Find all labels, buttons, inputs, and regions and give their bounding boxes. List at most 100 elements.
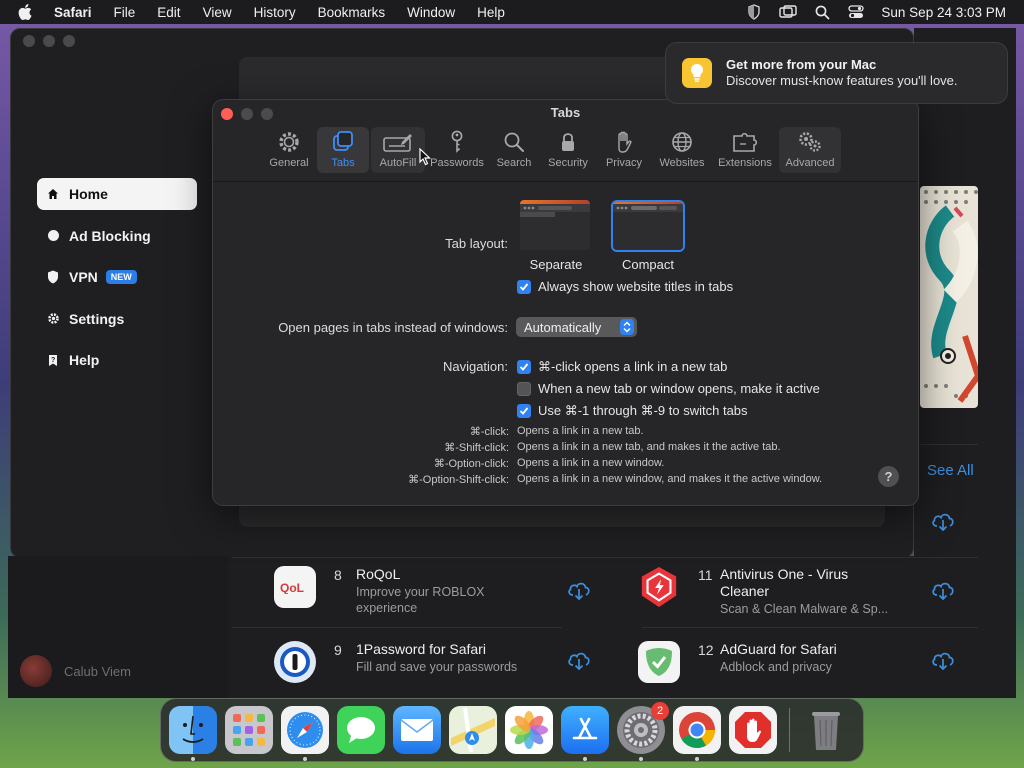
notification-badge: 2 <box>651 702 669 720</box>
menu-file[interactable]: File <box>103 5 147 20</box>
sidebar-item-label: Home <box>69 186 108 202</box>
running-indicator <box>583 757 587 761</box>
app-subtitle: Adblock and privacy <box>720 660 832 674</box>
sidebar-item-help[interactable]: ? Help <box>37 344 197 376</box>
trash-icon[interactable] <box>802 706 850 754</box>
1password-app-icon <box>274 641 316 683</box>
sidebar-item-label: Settings <box>69 310 125 327</box>
download-cloud-icon[interactable] <box>931 511 955 533</box>
notification-banner[interactable]: Get more from your Mac Discover must-kno… <box>665 42 1008 104</box>
app-store-icon[interactable] <box>561 706 609 761</box>
menu-history[interactable]: History <box>243 5 307 20</box>
gear-icon <box>277 129 301 155</box>
row-divider <box>232 557 978 558</box>
rank-number: 9 <box>334 642 342 658</box>
tab-label: Websites <box>659 157 705 169</box>
menu-bookmarks[interactable]: Bookmarks <box>307 5 397 20</box>
sidebar-item-label: VPN <box>69 269 98 285</box>
tab-advanced[interactable]: Advanced <box>779 127 841 173</box>
system-settings-icon[interactable]: 2 <box>617 702 669 761</box>
menu-edit[interactable]: Edit <box>146 5 191 20</box>
tab-label: AutoFill <box>379 157 417 169</box>
antivirus-one-app-icon <box>638 566 680 608</box>
preferences-toolbar: General Tabs AutoFill Passwords Search S… <box>263 127 843 173</box>
launchpad-icon[interactable] <box>225 706 273 754</box>
sidebar-item-settings[interactable]: Settings <box>37 303 197 335</box>
dock: 2 <box>160 698 864 762</box>
notification-body: Discover must-know features you'll love. <box>726 73 958 88</box>
minimize-button-inactive[interactable] <box>43 35 55 47</box>
list-item-roqol[interactable]: QoL 8 RoQoL Improve your ROBLOX experien… <box>274 566 506 616</box>
close-button-inactive[interactable] <box>23 35 35 47</box>
tab-autofill[interactable]: AutoFill <box>371 127 425 173</box>
zoom-button-inactive[interactable] <box>63 35 75 47</box>
svg-text:?: ? <box>51 357 55 364</box>
globe-icon <box>671 129 693 155</box>
mouse-pointer-icon <box>419 148 431 166</box>
app-name: 1Password for Safari <box>356 641 486 657</box>
tab-tabs[interactable]: Tabs <box>317 127 369 173</box>
tab-extensions[interactable]: Extensions <box>713 127 777 173</box>
adblock-icon[interactable] <box>729 706 777 754</box>
vpn-status-icon[interactable] <box>737 4 771 20</box>
tab-label: Passwords <box>430 157 484 169</box>
rank-number: 8 <box>334 567 342 583</box>
shield-icon <box>47 270 69 284</box>
promo-artwork <box>920 186 978 408</box>
tab-privacy[interactable]: Privacy <box>597 127 651 173</box>
mail-icon[interactable] <box>393 706 441 754</box>
tab-general[interactable]: General <box>263 127 315 173</box>
chrome-icon[interactable] <box>673 706 721 761</box>
ad-blocking-icon <box>47 229 69 242</box>
avatar <box>20 655 52 687</box>
control-center-icon[interactable] <box>839 5 873 19</box>
list-item-adguard[interactable]: 12 AdGuard for Safari Adblock and privac… <box>638 641 837 683</box>
gears-icon <box>796 129 824 155</box>
tab-websites[interactable]: Websites <box>653 127 711 173</box>
list-item-antivirus-one[interactable]: 11 Antivirus One - Virus Cleaner Scan & … <box>638 566 888 617</box>
toolbar-divider <box>213 181 918 182</box>
maps-icon[interactable] <box>449 706 497 754</box>
tab-passwords[interactable]: Passwords <box>427 127 487 173</box>
user-account[interactable]: Calub Viem <box>20 655 131 687</box>
apple-menu-icon[interactable] <box>0 4 50 20</box>
tab-label: Security <box>548 157 588 169</box>
tab-label: General <box>269 157 309 169</box>
puzzle-piece-icon <box>732 129 758 155</box>
running-indicator <box>639 757 643 761</box>
tab-search[interactable]: Search <box>489 127 539 173</box>
spotlight-search-icon[interactable] <box>805 5 839 20</box>
finder-icon[interactable] <box>169 706 217 761</box>
download-cloud-icon[interactable] <box>931 650 955 672</box>
house-icon <box>47 188 69 200</box>
photos-icon[interactable] <box>505 706 553 754</box>
dock-separator <box>789 708 790 752</box>
list-item-1password[interactable]: 9 1Password for Safari Fill and save you… <box>274 641 517 683</box>
menu-help[interactable]: Help <box>466 5 516 20</box>
sidebar-item-vpn[interactable]: VPN NEW <box>37 261 197 293</box>
notification-title: Get more from your Mac <box>726 57 877 72</box>
download-cloud-icon[interactable] <box>567 650 591 672</box>
see-all-link[interactable]: See All <box>927 462 974 479</box>
menu-clock[interactable]: Sun Sep 24 3:03 PM <box>881 5 1006 20</box>
screen-mirroring-icon[interactable] <box>771 5 805 19</box>
question-icon: ? <box>47 354 69 367</box>
app-name: RoQoL <box>356 566 401 582</box>
menu-app-name[interactable]: Safari <box>50 5 103 20</box>
row-divider <box>232 627 562 628</box>
tab-security[interactable]: Security <box>541 127 595 173</box>
safari-icon[interactable] <box>281 706 329 761</box>
app-subtitle: Scan & Clean Malware & Sp... <box>720 602 889 616</box>
menu-window[interactable]: Window <box>396 5 466 20</box>
dialog-title: Tabs <box>550 105 581 120</box>
sidebar-item-ad-blocking[interactable]: Ad Blocking <box>37 220 197 252</box>
tab-label: Search <box>496 157 532 169</box>
sidebar-item-home[interactable]: Home <box>37 178 197 210</box>
download-cloud-icon[interactable] <box>931 580 955 602</box>
messages-icon[interactable] <box>337 706 385 754</box>
tab-label: Advanced <box>785 157 835 169</box>
menu-view[interactable]: View <box>192 5 243 20</box>
download-cloud-icon[interactable] <box>567 580 591 602</box>
sidebar-item-label: Ad Blocking <box>69 227 151 244</box>
app-subtitle: Fill and save your passwords <box>356 660 518 674</box>
